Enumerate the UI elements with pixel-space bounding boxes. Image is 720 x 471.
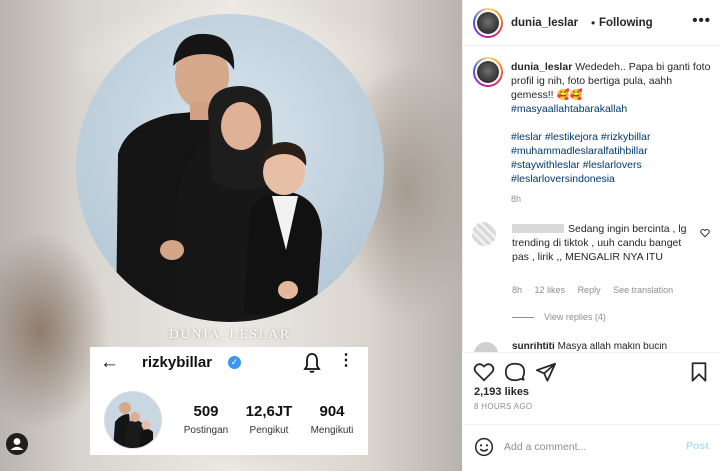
more-options-icon[interactable]: ••• <box>692 12 711 29</box>
comment-username-redacted[interactable] <box>512 224 564 233</box>
stat-posts: 509 Postingan <box>178 403 234 436</box>
family-photo-illustration <box>116 33 322 322</box>
verified-icon: ✓ <box>228 356 241 369</box>
heart-icon[interactable] <box>473 361 495 383</box>
add-comment-input[interactable] <box>504 439 674 455</box>
hashtag[interactable]: #masyaallahtabarakallah <box>511 102 711 116</box>
heart-outline <box>700 229 710 238</box>
caption-avatar-ring[interactable] <box>473 57 503 87</box>
comment-icon[interactable] <box>504 361 526 383</box>
view-replies-label: View replies (4) <box>544 312 606 322</box>
separator-dot: • <box>591 16 596 30</box>
more-icon: ⋮ <box>338 352 354 369</box>
avatar-illustration <box>105 392 161 448</box>
profile-card-overlay: ← rizkybillar ✓ ⋮ 509 Postingan 12,6JT P… <box>90 347 368 455</box>
likes-count[interactable]: 2,193 likes <box>474 386 529 398</box>
hashtag[interactable]: #leslarloversindonesia <box>511 172 711 186</box>
bookmark-icon[interactable] <box>688 361 710 383</box>
following-button[interactable]: Following <box>599 17 653 29</box>
view-replies-button[interactable]: View replies (4) <box>512 312 606 322</box>
hashtag[interactable]: #leslar #lestikejora #rizkybillar <box>511 130 711 144</box>
avatar-ring-inner <box>475 10 501 36</box>
stat-following: 904 Mengikuti <box>302 403 362 436</box>
stat-label: Mengikuti <box>310 425 354 436</box>
stat-label: Postingan <box>183 425 229 436</box>
profile-card-header: ← rizkybillar ✓ ⋮ <box>90 347 368 379</box>
stat-value: 509 <box>193 403 219 420</box>
user-tag-icon[interactable] <box>6 433 28 455</box>
post-comment-button[interactable]: Post <box>686 440 709 452</box>
comment-like-icon[interactable] <box>700 228 710 241</box>
post-caption: dunia_leslar Wededeh.. Papa bi ganti fot… <box>511 60 711 206</box>
watermark-text: DUNIA_LESLAR <box>169 326 291 341</box>
hashtag[interactable]: #staywithleslar #leslarlovers <box>511 158 711 172</box>
post-media[interactable]: DUNIA_LESLAR ← rizkybillar ✓ ⋮ 509 Posti… <box>0 0 462 471</box>
comment-meta: 8h 12 likes Reply See translation <box>512 285 683 295</box>
post-header: dunia_leslar • Following ••• <box>463 0 720 46</box>
bell-icon <box>303 353 321 373</box>
comment-body: Masya allah makin bucin <box>557 342 668 352</box>
caption-username[interactable]: dunia_leslar <box>511 61 572 73</box>
back-arrow-icon: ← <box>100 352 119 373</box>
comment-likes[interactable]: 12 likes <box>535 285 566 295</box>
caption-timestamp: 8h <box>511 194 522 204</box>
stat-value: 904 <box>319 403 345 420</box>
avatar <box>477 12 499 34</box>
hashtag[interactable]: #muhammadleslaralfatihbillar <box>511 144 711 158</box>
comment-username[interactable]: sunrihtiti <box>512 342 555 352</box>
user-silhouette <box>10 438 24 450</box>
family-photo <box>76 14 384 322</box>
profile-card-username: rizkybillar <box>142 354 213 371</box>
avatar <box>477 61 499 83</box>
comment-time: 8h <box>512 285 523 295</box>
stat-value: 12,6JT <box>245 403 293 420</box>
add-comment-bar: Post <box>462 424 720 468</box>
comment-text: sunrihtiti Masya allah makin bucin <box>512 342 682 352</box>
comment-avatar[interactable] <box>472 222 496 246</box>
reply-button[interactable]: Reply <box>578 285 601 295</box>
replies-line <box>512 317 534 319</box>
emoji-icon[interactable] <box>474 437 494 457</box>
post-author-username[interactable]: dunia_leslar <box>511 17 578 29</box>
stat-label: Pengikut <box>249 425 289 436</box>
avatar-story-ring[interactable] <box>473 8 503 38</box>
avatar-ring-inner <box>475 59 501 85</box>
stat-followers: 12,6JT Pengikut <box>240 403 298 436</box>
share-icon[interactable] <box>535 361 557 383</box>
post-timestamp: 8 HOURS AGO <box>474 402 533 411</box>
avatar <box>104 391 162 449</box>
see-translation-button[interactable]: See translation <box>613 285 673 295</box>
